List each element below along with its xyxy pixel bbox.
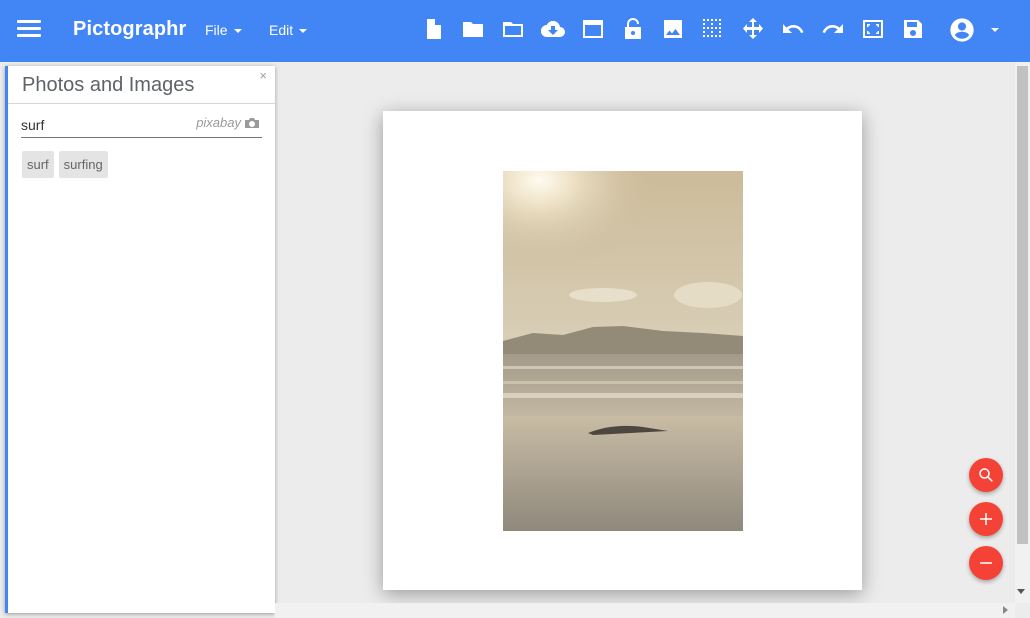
file-menu[interactable]: File	[205, 22, 242, 38]
new-file-icon[interactable]	[420, 16, 446, 42]
close-icon[interactable]: ×	[259, 68, 267, 83]
divider	[8, 103, 275, 104]
lock-open-icon[interactable]	[620, 16, 646, 42]
pixabay-label: pixabay	[196, 115, 241, 130]
image-icon[interactable]	[660, 16, 686, 42]
redo-icon[interactable]	[820, 16, 846, 42]
account-caret-icon[interactable]	[991, 28, 999, 32]
scroll-right-arrow-icon[interactable]	[1003, 606, 1008, 614]
folder-open-icon[interactable]	[500, 16, 526, 42]
suggestion-chip-surfing[interactable]: surfing	[58, 151, 108, 178]
edit-menu[interactable]: Edit	[269, 22, 308, 38]
app-title: Pictographr	[73, 18, 187, 40]
undo-icon[interactable]	[780, 16, 806, 42]
suggestion-list: surf surfing	[22, 151, 108, 178]
search-input[interactable]	[21, 114, 181, 136]
file-menu-label: File	[205, 22, 228, 38]
design-canvas[interactable]	[383, 111, 862, 590]
zoom-in-fab[interactable]	[969, 502, 1003, 536]
camera-icon	[245, 117, 259, 128]
zoom-in-icon	[980, 513, 992, 525]
search-fab[interactable]	[969, 458, 1003, 492]
pixabay-logo: pixabay	[196, 115, 260, 130]
folder-icon[interactable]	[460, 16, 486, 42]
cloud-download-icon[interactable]	[540, 16, 566, 42]
zoom-out-icon	[980, 562, 992, 564]
suggestion-chip-surf[interactable]: surf	[22, 151, 54, 178]
save-icon[interactable]	[900, 16, 926, 42]
caret-down-icon	[299, 29, 308, 33]
photos-panel: Photos and Images × pixabay surf surfing	[5, 66, 275, 613]
panel-title: Photos and Images	[22, 74, 195, 96]
scrollbar-thumb[interactable]	[1017, 66, 1028, 544]
vertical-scrollbar[interactable]	[1015, 62, 1030, 603]
fullscreen-icon[interactable]	[860, 16, 886, 42]
search-field: pixabay	[21, 114, 262, 138]
move-icon[interactable]	[740, 16, 766, 42]
zoom-out-fab[interactable]	[969, 546, 1003, 580]
top-app-bar: Pictographr File Edit	[0, 0, 1030, 62]
horizontal-scrollbar[interactable]	[275, 603, 1015, 618]
beach-sunset-photo[interactable]	[503, 171, 743, 531]
scroll-down-arrow-icon[interactable]	[1017, 589, 1025, 594]
search-icon	[979, 468, 993, 482]
window-icon[interactable]	[580, 16, 606, 42]
account-circle-icon[interactable]	[948, 16, 976, 44]
caret-down-icon	[233, 29, 242, 33]
edit-menu-label: Edit	[269, 22, 294, 38]
grid-icon[interactable]	[700, 16, 726, 42]
beach-photo-graphic	[503, 171, 743, 531]
menu-icon[interactable]	[17, 20, 41, 38]
